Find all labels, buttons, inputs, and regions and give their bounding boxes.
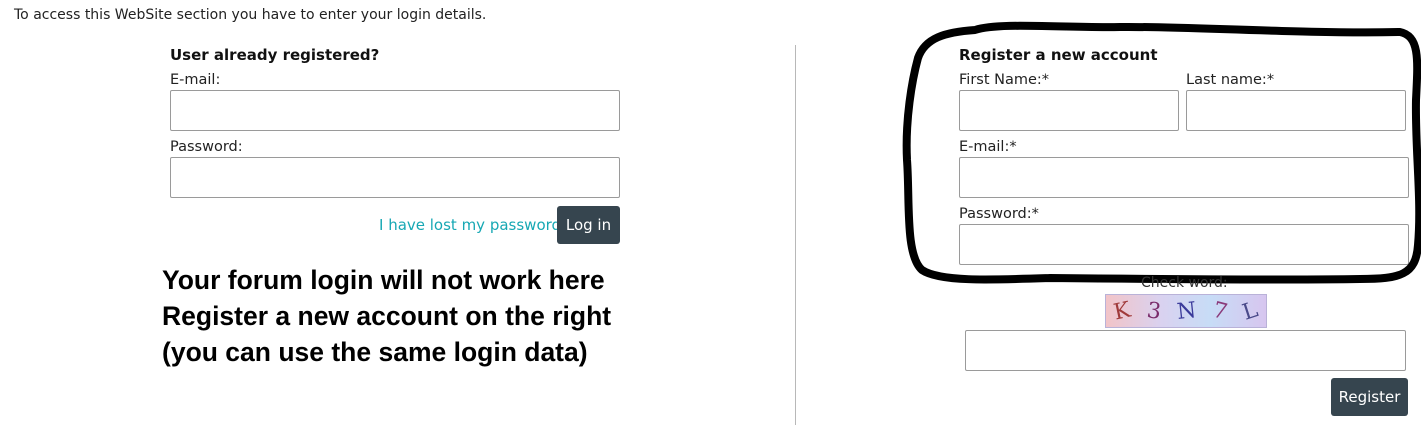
note-line-1: Your forum login will not work here xyxy=(162,265,605,295)
register-button[interactable]: Register xyxy=(1331,378,1408,416)
last-name-label: Last name:* xyxy=(1186,72,1275,88)
login-email-input[interactable] xyxy=(170,90,620,131)
check-word-input[interactable] xyxy=(965,330,1406,371)
register-password-input[interactable] xyxy=(959,224,1409,265)
login-password-label: Password: xyxy=(170,139,243,155)
register-password-label: Password:* xyxy=(959,206,1039,222)
intro-text: To access this WebSite section you have … xyxy=(14,7,487,23)
first-name-label: First Name:* xyxy=(959,72,1050,88)
captcha-image: K 3 N 7 L xyxy=(1105,294,1267,328)
captcha-char-2: 3 xyxy=(1145,297,1163,325)
note-line-2: Register a new account on the right xyxy=(162,301,612,331)
register-email-label: E-mail:* xyxy=(959,139,1017,155)
forum-login-note: Your forum login will not work here Regi… xyxy=(162,262,611,370)
login-button[interactable]: Log in xyxy=(557,206,620,244)
login-email-label: E-mail: xyxy=(170,72,221,88)
last-name-input[interactable] xyxy=(1186,90,1406,131)
lost-password-link[interactable]: I have lost my password xyxy=(379,216,561,234)
check-word-label: Check word: xyxy=(1141,275,1228,291)
register-heading: Register a new account xyxy=(959,46,1158,64)
captcha-char-4: 7 xyxy=(1210,297,1230,325)
captcha-char-1: K xyxy=(1111,297,1134,325)
note-line-3: (you can use the same login data) xyxy=(162,337,588,367)
section-divider xyxy=(795,45,796,425)
register-email-input[interactable] xyxy=(959,157,1409,198)
captcha-char-5: L xyxy=(1239,296,1262,326)
first-name-input[interactable] xyxy=(959,90,1179,131)
login-heading: User already registered? xyxy=(170,46,380,64)
captcha-char-3: N xyxy=(1175,297,1198,325)
login-password-input[interactable] xyxy=(170,157,620,198)
